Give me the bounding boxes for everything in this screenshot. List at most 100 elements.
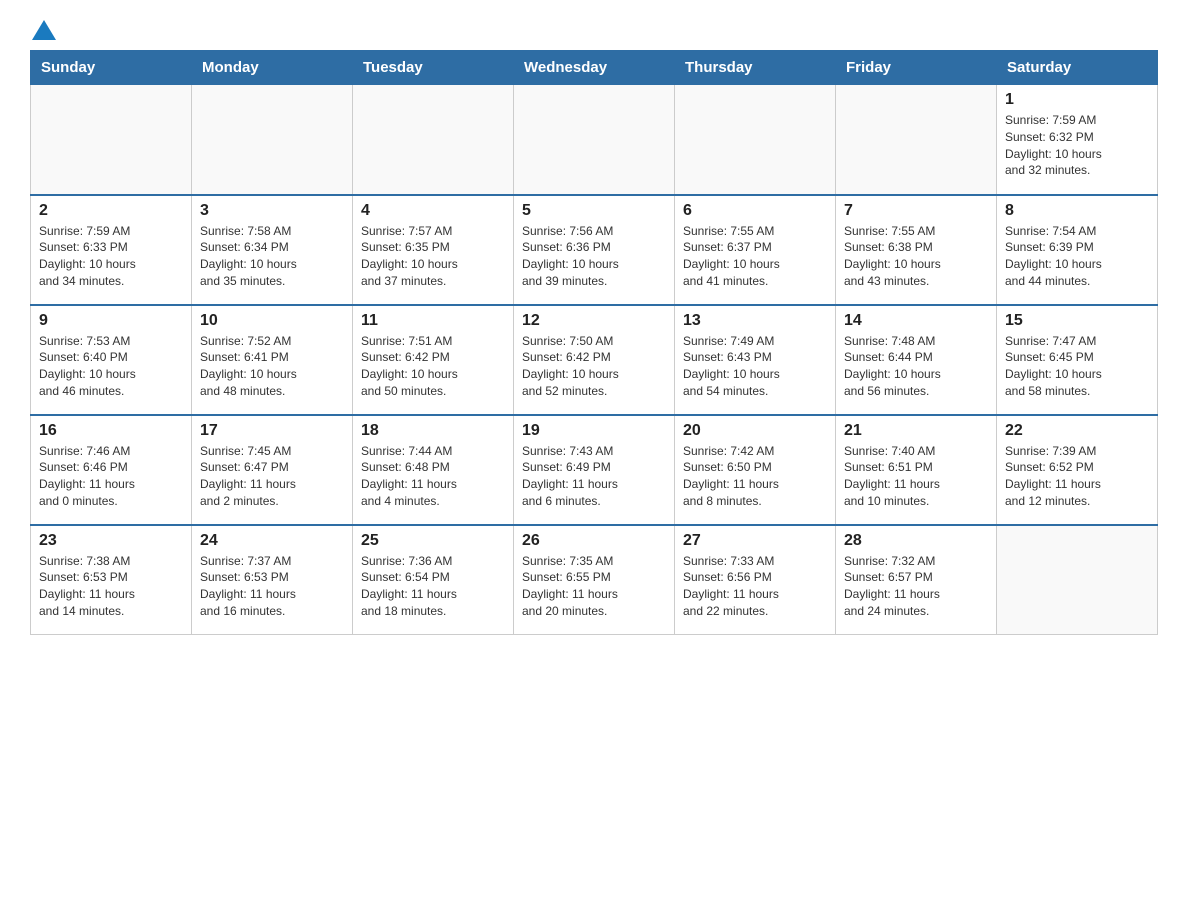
day-number: 20 bbox=[683, 422, 827, 440]
calendar-cell: 28 Sunrise: 7:32 AM Sunset: 6:57 PM Dayli… bbox=[836, 525, 997, 635]
calendar-cell: 2 Sunrise: 7:59 AM Sunset: 6:33 PM Daylig… bbox=[31, 195, 192, 305]
day-number: 26 bbox=[522, 532, 666, 550]
day-info: Sunrise: 7:55 AM Sunset: 6:38 PM Dayligh… bbox=[844, 223, 988, 290]
day-number: 7 bbox=[844, 202, 988, 220]
day-number: 28 bbox=[844, 532, 988, 550]
day-number: 8 bbox=[1005, 202, 1149, 220]
day-info: Sunrise: 7:58 AM Sunset: 6:34 PM Dayligh… bbox=[200, 223, 344, 290]
day-number: 1 bbox=[1005, 91, 1149, 109]
day-number: 13 bbox=[683, 312, 827, 330]
calendar-cell: 24 Sunrise: 7:37 AM Sunset: 6:53 PM Dayli… bbox=[192, 525, 353, 635]
day-info: Sunrise: 7:53 AM Sunset: 6:40 PM Dayligh… bbox=[39, 333, 183, 400]
day-info: Sunrise: 7:59 AM Sunset: 6:32 PM Dayligh… bbox=[1005, 112, 1149, 179]
day-info: Sunrise: 7:39 AM Sunset: 6:52 PM Dayligh… bbox=[1005, 443, 1149, 510]
weekday-header-friday: Friday bbox=[836, 51, 997, 85]
calendar-cell: 7 Sunrise: 7:55 AM Sunset: 6:38 PM Daylig… bbox=[836, 195, 997, 305]
day-number: 18 bbox=[361, 422, 505, 440]
calendar-cell: 23 Sunrise: 7:38 AM Sunset: 6:53 PM Dayli… bbox=[31, 525, 192, 635]
day-info: Sunrise: 7:35 AM Sunset: 6:55 PM Dayligh… bbox=[522, 553, 666, 620]
day-number: 9 bbox=[39, 312, 183, 330]
calendar-cell: 20 Sunrise: 7:42 AM Sunset: 6:50 PM Dayli… bbox=[675, 415, 836, 525]
calendar-cell: 5 Sunrise: 7:56 AM Sunset: 6:36 PM Daylig… bbox=[514, 195, 675, 305]
day-number: 6 bbox=[683, 202, 827, 220]
day-info: Sunrise: 7:45 AM Sunset: 6:47 PM Dayligh… bbox=[200, 443, 344, 510]
day-number: 3 bbox=[200, 202, 344, 220]
calendar-cell: 11 Sunrise: 7:51 AM Sunset: 6:42 PM Dayli… bbox=[353, 305, 514, 415]
day-number: 24 bbox=[200, 532, 344, 550]
calendar-cell: 16Sunrise: 7:46 AM Sunset: 6:46 PM Dayli… bbox=[31, 415, 192, 525]
calendar-cell bbox=[514, 85, 675, 195]
calendar-cell: 4Sunrise: 7:57 AM Sunset: 6:35 PM Daylig… bbox=[353, 195, 514, 305]
day-info: Sunrise: 7:49 AM Sunset: 6:43 PM Dayligh… bbox=[683, 333, 827, 400]
calendar-cell: 12 Sunrise: 7:50 AM Sunset: 6:42 PM Dayli… bbox=[514, 305, 675, 415]
weekday-header-monday: Monday bbox=[192, 51, 353, 85]
day-number: 12 bbox=[522, 312, 666, 330]
day-number: 5 bbox=[522, 202, 666, 220]
day-info: Sunrise: 7:32 AM Sunset: 6:57 PM Dayligh… bbox=[844, 553, 988, 620]
day-info: Sunrise: 7:59 AM Sunset: 6:33 PM Dayligh… bbox=[39, 223, 183, 290]
calendar-cell: 8 Sunrise: 7:54 AM Sunset: 6:39 PM Daylig… bbox=[997, 195, 1158, 305]
calendar-cell bbox=[836, 85, 997, 195]
weekday-header-sunday: Sunday bbox=[31, 51, 192, 85]
week-row-5: 23 Sunrise: 7:38 AM Sunset: 6:53 PM Dayli… bbox=[31, 525, 1158, 635]
week-row-4: 16Sunrise: 7:46 AM Sunset: 6:46 PM Dayli… bbox=[31, 415, 1158, 525]
calendar-table: SundayMondayTuesdayWednesdayThursdayFrid… bbox=[30, 50, 1158, 635]
calendar-cell: 22 Sunrise: 7:39 AM Sunset: 6:52 PM Dayli… bbox=[997, 415, 1158, 525]
day-info: Sunrise: 7:51 AM Sunset: 6:42 PM Dayligh… bbox=[361, 333, 505, 400]
week-row-2: 2 Sunrise: 7:59 AM Sunset: 6:33 PM Daylig… bbox=[31, 195, 1158, 305]
day-number: 21 bbox=[844, 422, 988, 440]
calendar-cell: 19 Sunrise: 7:43 AM Sunset: 6:49 PM Dayli… bbox=[514, 415, 675, 525]
calendar-cell: 13 Sunrise: 7:49 AM Sunset: 6:43 PM Dayli… bbox=[675, 305, 836, 415]
calendar-cell: 17 Sunrise: 7:45 AM Sunset: 6:47 PM Dayli… bbox=[192, 415, 353, 525]
day-info: Sunrise: 7:54 AM Sunset: 6:39 PM Dayligh… bbox=[1005, 223, 1149, 290]
day-info: Sunrise: 7:38 AM Sunset: 6:53 PM Dayligh… bbox=[39, 553, 183, 620]
week-row-1: 1 Sunrise: 7:59 AM Sunset: 6:32 PM Daylig… bbox=[31, 85, 1158, 195]
day-info: Sunrise: 7:37 AM Sunset: 6:53 PM Dayligh… bbox=[200, 553, 344, 620]
day-info: Sunrise: 7:50 AM Sunset: 6:42 PM Dayligh… bbox=[522, 333, 666, 400]
day-info: Sunrise: 7:40 AM Sunset: 6:51 PM Dayligh… bbox=[844, 443, 988, 510]
logo bbox=[30, 20, 56, 40]
calendar-cell: 27 Sunrise: 7:33 AM Sunset: 6:56 PM Dayli… bbox=[675, 525, 836, 635]
day-info: Sunrise: 7:46 AM Sunset: 6:46 PM Dayligh… bbox=[39, 443, 183, 510]
calendar-cell bbox=[353, 85, 514, 195]
day-number: 22 bbox=[1005, 422, 1149, 440]
weekday-header-saturday: Saturday bbox=[997, 51, 1158, 85]
weekday-header-wednesday: Wednesday bbox=[514, 51, 675, 85]
weekday-header-row: SundayMondayTuesdayWednesdayThursdayFrid… bbox=[31, 51, 1158, 85]
calendar-cell: 3 Sunrise: 7:58 AM Sunset: 6:34 PM Daylig… bbox=[192, 195, 353, 305]
day-info: Sunrise: 7:42 AM Sunset: 6:50 PM Dayligh… bbox=[683, 443, 827, 510]
calendar-cell: 1 Sunrise: 7:59 AM Sunset: 6:32 PM Daylig… bbox=[997, 85, 1158, 195]
page-header bbox=[30, 20, 1158, 40]
day-number: 27 bbox=[683, 532, 827, 550]
calendar-cell: 26 Sunrise: 7:35 AM Sunset: 6:55 PM Dayli… bbox=[514, 525, 675, 635]
day-number: 2 bbox=[39, 202, 183, 220]
calendar-cell bbox=[192, 85, 353, 195]
day-number: 14 bbox=[844, 312, 988, 330]
calendar-cell bbox=[31, 85, 192, 195]
day-number: 17 bbox=[200, 422, 344, 440]
logo-triangle-icon bbox=[32, 20, 56, 40]
day-info: Sunrise: 7:36 AM Sunset: 6:54 PM Dayligh… bbox=[361, 553, 505, 620]
day-number: 4 bbox=[361, 202, 505, 220]
day-info: Sunrise: 7:48 AM Sunset: 6:44 PM Dayligh… bbox=[844, 333, 988, 400]
day-info: Sunrise: 7:55 AM Sunset: 6:37 PM Dayligh… bbox=[683, 223, 827, 290]
calendar-cell: 9 Sunrise: 7:53 AM Sunset: 6:40 PM Daylig… bbox=[31, 305, 192, 415]
calendar-cell: 25Sunrise: 7:36 AM Sunset: 6:54 PM Dayli… bbox=[353, 525, 514, 635]
day-info: Sunrise: 7:56 AM Sunset: 6:36 PM Dayligh… bbox=[522, 223, 666, 290]
calendar-cell: 21 Sunrise: 7:40 AM Sunset: 6:51 PM Dayli… bbox=[836, 415, 997, 525]
calendar-cell bbox=[997, 525, 1158, 635]
day-number: 15 bbox=[1005, 312, 1149, 330]
day-info: Sunrise: 7:47 AM Sunset: 6:45 PM Dayligh… bbox=[1005, 333, 1149, 400]
day-info: Sunrise: 7:43 AM Sunset: 6:49 PM Dayligh… bbox=[522, 443, 666, 510]
calendar-cell bbox=[675, 85, 836, 195]
calendar-cell: 10 Sunrise: 7:52 AM Sunset: 6:41 PM Dayli… bbox=[192, 305, 353, 415]
week-row-3: 9 Sunrise: 7:53 AM Sunset: 6:40 PM Daylig… bbox=[31, 305, 1158, 415]
calendar-cell: 15 Sunrise: 7:47 AM Sunset: 6:45 PM Dayli… bbox=[997, 305, 1158, 415]
day-number: 19 bbox=[522, 422, 666, 440]
day-info: Sunrise: 7:52 AM Sunset: 6:41 PM Dayligh… bbox=[200, 333, 344, 400]
day-info: Sunrise: 7:33 AM Sunset: 6:56 PM Dayligh… bbox=[683, 553, 827, 620]
day-number: 11 bbox=[361, 312, 505, 330]
calendar-cell: 18Sunrise: 7:44 AM Sunset: 6:48 PM Dayli… bbox=[353, 415, 514, 525]
day-number: 23 bbox=[39, 532, 183, 550]
day-number: 10 bbox=[200, 312, 344, 330]
